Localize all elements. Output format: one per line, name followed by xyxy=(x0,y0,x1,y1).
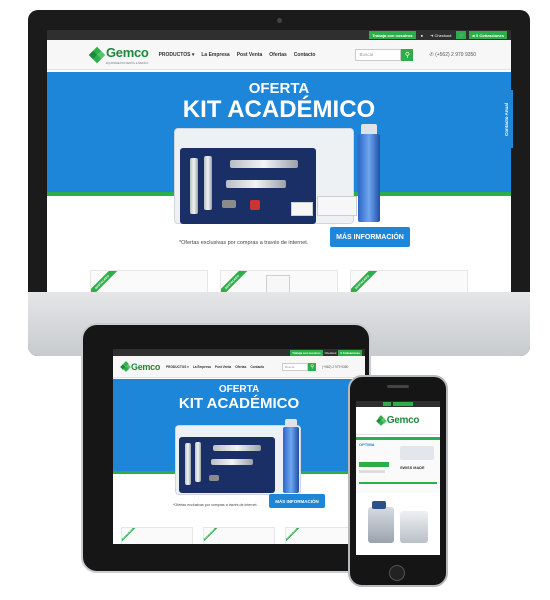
search-icon[interactable]: ⚲ xyxy=(401,48,414,61)
work-with-us-label: Trabaja con nosotros xyxy=(372,32,413,38)
work-with-us-link[interactable]: Trabaja con nosotros xyxy=(290,349,323,356)
product-card[interactable]: DESTACADO xyxy=(121,527,193,544)
main-nav: Gemco EQUIPAMIENTO DENTAL & MEDICO PRODU… xyxy=(47,40,511,70)
checkout-label: Checkout xyxy=(434,32,452,38)
mobile-banner-title: OPTIMA xyxy=(359,442,375,447)
nav-item-productos[interactable]: PRODUCTOS ▾ xyxy=(159,52,195,58)
logo-diamond-icon xyxy=(375,415,387,426)
product-box-small xyxy=(291,202,313,216)
spray-cap xyxy=(285,419,297,427)
desktop-screen: Trabaja con nosotros ● ➜ Checkout 🛒 ■ 0 … xyxy=(47,30,511,292)
mobile-product-image xyxy=(362,497,434,547)
logo-name: Gemco xyxy=(131,361,161,372)
product-box xyxy=(317,196,357,216)
top-bar: Trabaja con nosotros ● ➜ Checkout 🛒 ■ 0 … xyxy=(47,30,511,40)
home-button-icon[interactable] xyxy=(389,565,405,581)
logo-diamond-icon xyxy=(120,361,131,372)
featured-ribbon: DESTACADO xyxy=(286,528,305,544)
logo-name: Gemco xyxy=(106,45,149,60)
phone-screen: Gemco OPTIMA SWISS MADE xyxy=(356,401,440,555)
featured-ribbon: DESTACADO xyxy=(122,528,141,544)
search-icon[interactable]: ⚲ xyxy=(308,362,317,371)
checkout-link[interactable]: Checkout xyxy=(325,350,337,356)
nav-item-post-venta[interactable]: Post Venta xyxy=(237,52,263,58)
mobile-promo-banner: OPTIMA SWISS MADE xyxy=(356,437,440,493)
spray-bottle xyxy=(283,427,299,493)
cart-icon[interactable] xyxy=(383,402,391,406)
quotes-label: 0 Cotizaciones xyxy=(475,32,504,38)
search-input[interactable]: Buscar xyxy=(282,362,309,371)
nav-item-ofertas[interactable]: Ofertas xyxy=(269,52,287,58)
phone-speaker xyxy=(387,385,409,388)
nav-item-productos[interactable]: PRODUCTOS ▾ xyxy=(166,365,189,369)
logo[interactable]: Gemco xyxy=(120,361,161,372)
product-card[interactable]: DESTACADO xyxy=(285,527,357,544)
featured-products: DESTACADO DESTACADO DESTACADO xyxy=(47,262,511,292)
checkout-link[interactable]: ➜ Checkout xyxy=(428,31,453,39)
nav-item-post-venta[interactable]: Post Venta xyxy=(215,365,231,369)
search: Buscar ⚲ xyxy=(355,48,414,61)
hero-caption: *Ofertas exclusivas por compras a través… xyxy=(179,240,309,246)
nav-item-empresa[interactable]: La Empresa xyxy=(201,52,229,58)
nav-item-contacto[interactable]: Contacto xyxy=(294,52,316,58)
product-card[interactable]: DESTACADO xyxy=(220,270,338,292)
hero-title-kit: KIT ACADÉMICO xyxy=(178,395,300,412)
spray-bottle xyxy=(358,134,380,222)
featured-ribbon: DESTACADO xyxy=(204,528,223,544)
cart-icon[interactable]: 🛒 xyxy=(456,31,467,39)
hero-title-oferta: OFERTA xyxy=(248,80,310,97)
featured-ribbon: DESTACADO xyxy=(91,271,121,292)
logo[interactable]: Gemco EQUIPAMIENTO DENTAL & MEDICO xyxy=(88,44,149,65)
product-card[interactable]: DESTACADO xyxy=(203,527,275,544)
hero-banner: OFERTA KIT ACADÉMICO *Ofertas exclusivas… xyxy=(113,379,365,519)
instrument-case xyxy=(179,437,275,493)
product-card[interactable]: DESTACADO xyxy=(90,270,208,292)
featured-ribbon: DESTACADO xyxy=(221,271,251,292)
quotes-button[interactable] xyxy=(393,402,413,406)
search-input[interactable]: Buscar xyxy=(355,48,402,61)
nav-menu: PRODUCTOS ▾ La Empresa Post Venta Oferta… xyxy=(159,52,316,58)
nav-item-contacto[interactable]: Contacto xyxy=(250,365,264,369)
featured-ribbon: DESTACADO xyxy=(351,271,381,292)
work-with-us-link[interactable]: Trabaja con nosotros xyxy=(369,31,416,39)
product-card[interactable]: DESTACADO xyxy=(350,270,468,292)
hero-banner: OFERTA KIT ACADÉMICO *Ofertas exclusivas… xyxy=(47,72,511,262)
spray-cap xyxy=(361,124,377,134)
swiss-made-badge: SWISS MADE xyxy=(400,466,425,470)
top-bar: Trabaja con nosotros Checkout 0 Cotizaci… xyxy=(113,349,365,356)
featured-products: DESTACADO DESTACADO DESTACADO xyxy=(113,519,365,544)
quotes-button[interactable]: ■ 0 Cotizaciones xyxy=(469,31,507,39)
search: Buscar ⚲ xyxy=(282,362,317,371)
tablet-screen: Trabaja con nosotros Checkout 0 Cotizaci… xyxy=(113,349,365,544)
main-nav: Gemco xyxy=(356,407,440,435)
main-nav: Gemco PRODUCTOS ▾ La Empresa Post Venta … xyxy=(113,356,365,378)
phone-number: (+562) 2 979 9350 xyxy=(322,364,349,369)
logo-name: Gemco xyxy=(386,415,420,426)
desktop-camera-icon xyxy=(277,18,282,23)
nav-menu: PRODUCTOS ▾ La Empresa Post Venta Oferta… xyxy=(166,365,264,369)
contact-side-tab[interactable]: Contacto Anual xyxy=(500,90,513,148)
hero-title-oferta: OFERTA xyxy=(218,384,260,395)
logo-tagline: EQUIPAMIENTO DENTAL & MEDICO xyxy=(106,62,149,65)
hero-caption: *Ofertas exclusivas por compras a través… xyxy=(173,503,258,507)
user-icon[interactable]: ● xyxy=(419,31,425,39)
quotes-button[interactable]: 0 Cotizaciones xyxy=(338,349,362,356)
hero-title-kit: KIT ACADÉMICO xyxy=(182,96,376,123)
phone-number: ✆ (+562) 2 979 9350 xyxy=(429,51,477,58)
logo-diamond-icon xyxy=(88,46,106,63)
nav-item-empresa[interactable]: La Empresa xyxy=(193,365,211,369)
logo[interactable]: Gemco xyxy=(375,415,420,426)
more-info-button[interactable]: MÁS INFORMACIÓN xyxy=(269,494,325,508)
more-info-button[interactable]: MÁS INFORMACIÓN xyxy=(330,227,410,247)
nav-item-ofertas[interactable]: Ofertas xyxy=(235,365,246,369)
